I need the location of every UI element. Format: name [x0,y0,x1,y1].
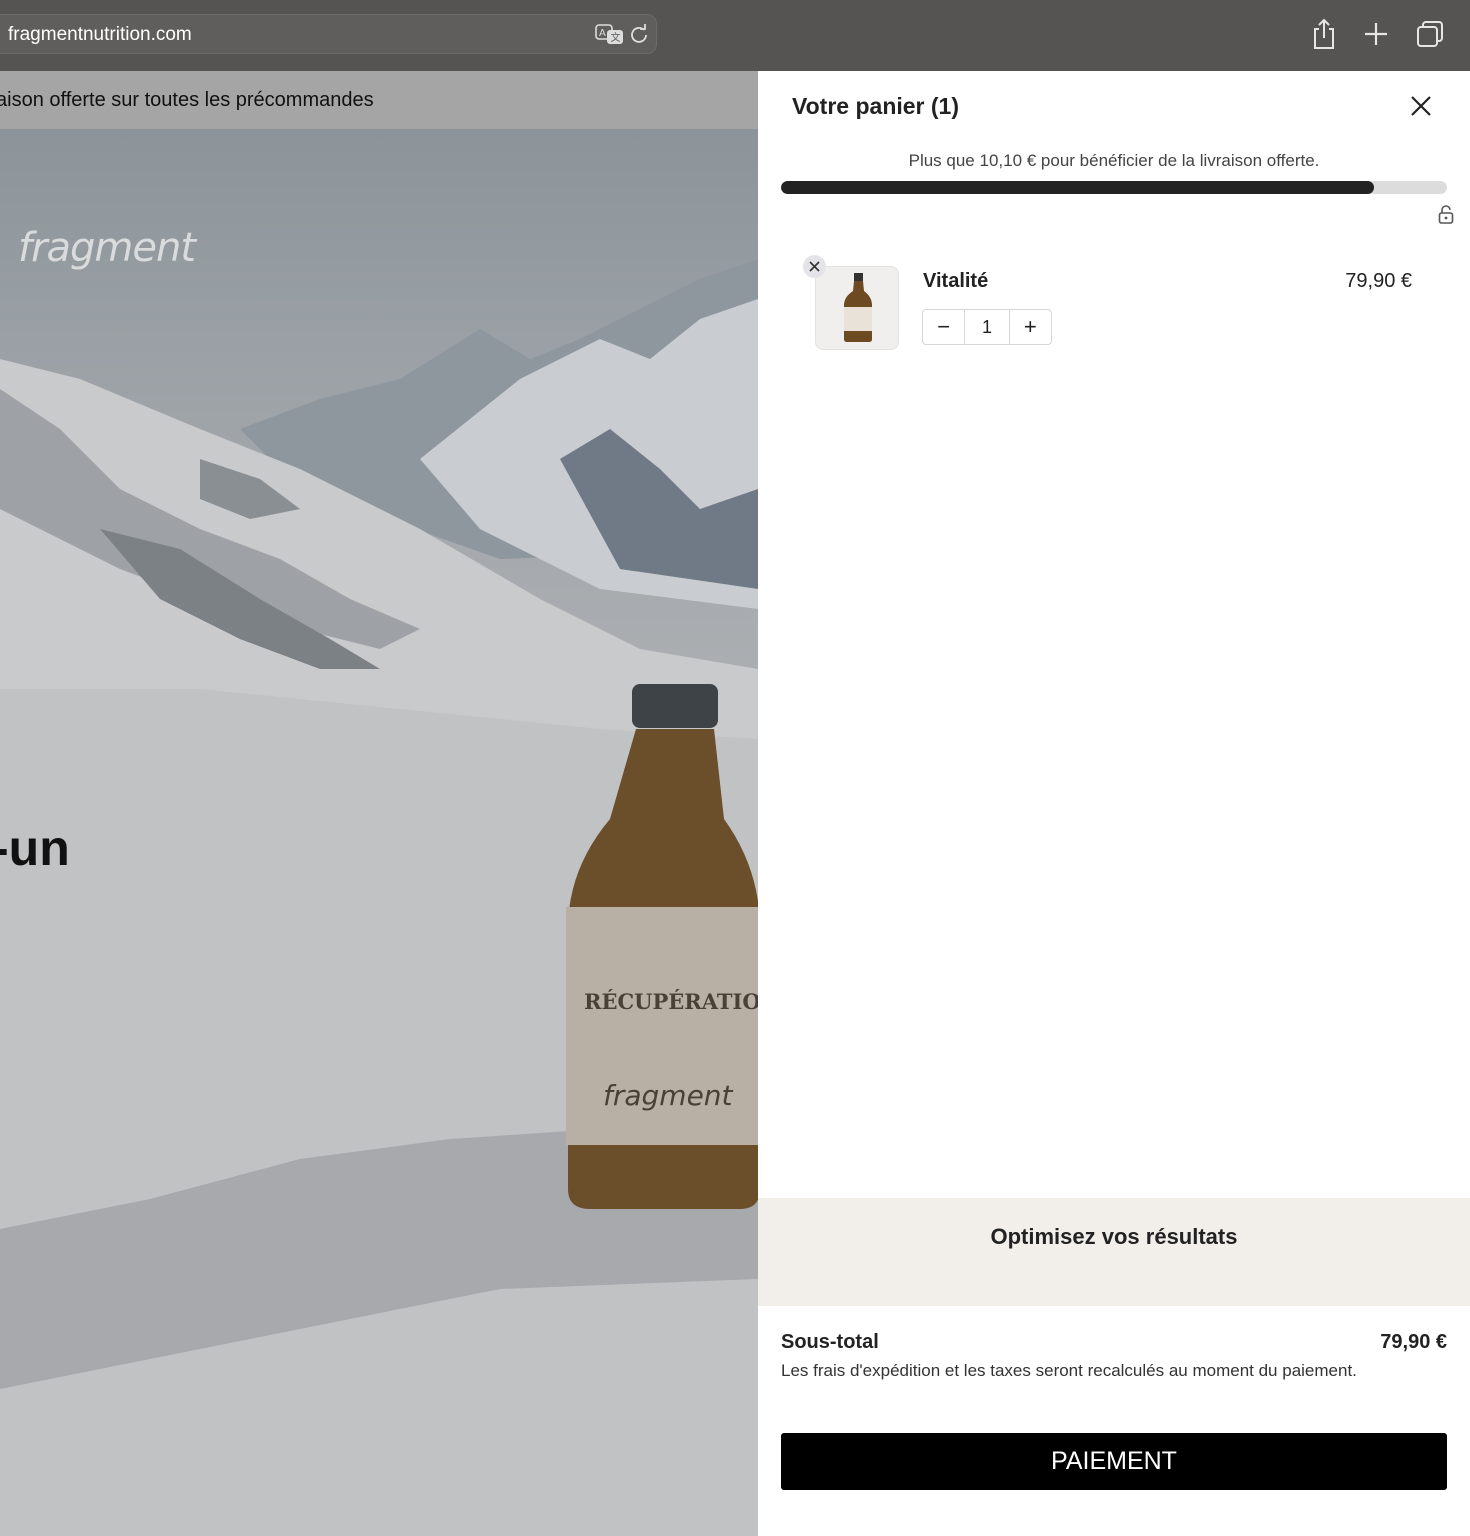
checkout-button[interactable]: PAIEMENT [781,1433,1447,1490]
store-page: aison offerte sur toutes les précommande… [0,71,758,1536]
subtotal-value: 79,90 € [1380,1331,1447,1353]
bottle-image [844,273,872,342]
brand-logo[interactable]: fragment [18,225,196,271]
quantity-stepper: − 1 + [922,309,1052,345]
mountain-scene-image [0,259,758,1536]
translate-icon[interactable]: A 文 [595,23,625,45]
quantity-value[interactable]: 1 [964,310,1010,344]
hero-banner: fragment -un RÉCUPÉRATION fragment [0,129,758,1536]
url-text[interactable]: fragmentnutrition.com [8,24,192,46]
hero-heading: -un [0,820,70,876]
svg-text:A: A [599,28,606,39]
bottle-label-title: RÉCUPÉRATION [584,989,758,1014]
free-shipping-message: Plus que 10,10 € pour bénéficier de la l… [908,151,1320,170]
announcement-text: aison offerte sur toutes les précommande… [0,89,374,111]
close-icon[interactable] [1408,93,1434,119]
remove-icon [809,261,820,272]
subtotal-label: Sous-total [781,1331,879,1353]
item-name[interactable]: Vitalité [923,270,988,293]
remove-item-button[interactable] [803,255,826,278]
share-icon[interactable] [1309,17,1339,51]
address-bar[interactable]: fragmentnutrition.com A 文 [0,14,657,54]
shipping-progress-bar [781,181,1447,194]
item-price: 79,90 € [1345,270,1412,292]
shipping-progress-fill [781,181,1374,194]
lock-icon [1438,205,1454,224]
reload-icon[interactable] [629,24,649,44]
new-tab-icon[interactable] [1361,17,1391,51]
tax-note: Les frais d'expédition et les taxes sero… [781,1361,1357,1380]
cart-drawer: Votre panier (1) Plus que 10,10 € pour b… [758,71,1470,1536]
cart-title: Votre panier (1) [792,93,959,119]
increase-quantity-button[interactable]: + [1010,310,1051,344]
product-thumbnail[interactable] [815,266,899,350]
browser-toolbar: fragmentnutrition.com A 文 [0,0,1470,71]
bottle-label-brand: fragment [603,1079,733,1112]
tabs-overview-icon[interactable] [1415,17,1445,51]
upsell-title: Optimisez vos résultats [990,1224,1238,1249]
upsell-section: Optimisez vos résultats [758,1198,1470,1306]
announcement-bar: aison offerte sur toutes les précommande… [0,71,758,129]
svg-text:文: 文 [611,31,621,44]
decrease-quantity-button[interactable]: − [923,310,964,344]
